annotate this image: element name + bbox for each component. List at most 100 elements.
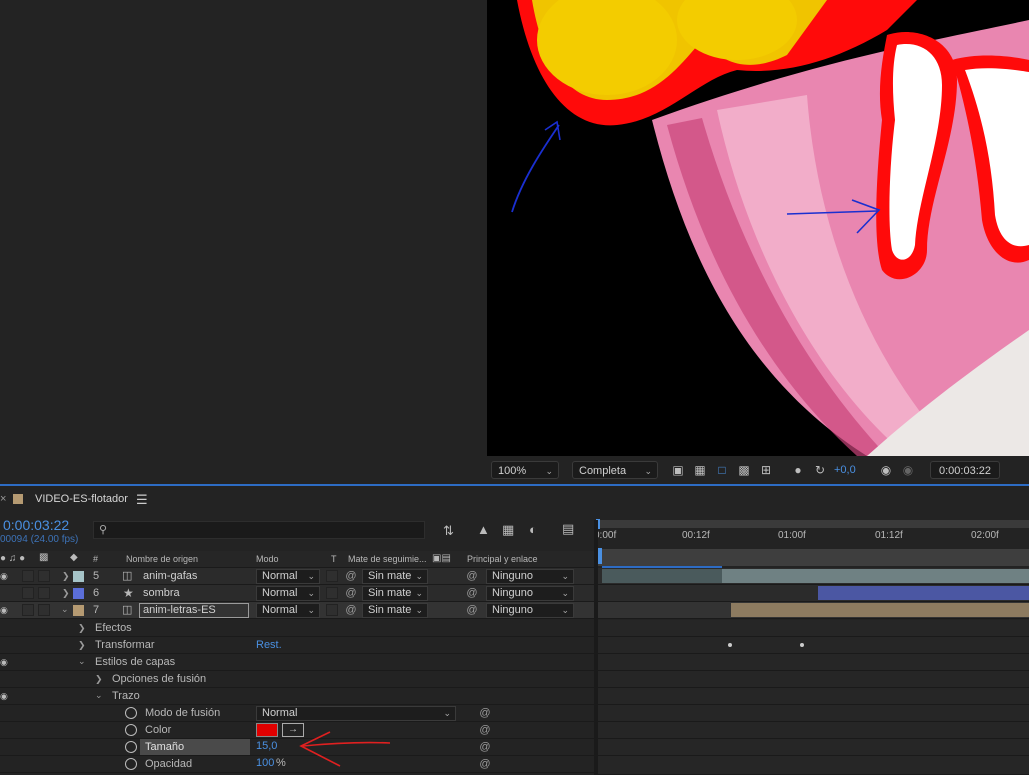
mode-dropdown[interactable]: Normal ⌄ bbox=[256, 603, 320, 618]
mode-dropdown[interactable]: Normal ⌄ bbox=[256, 586, 320, 601]
chevron-right-icon[interactable]: ❯ bbox=[62, 588, 70, 599]
snapshot-icon[interactable]: ◉ bbox=[879, 463, 893, 477]
expression-pickwhip-icon[interactable]: @ bbox=[479, 707, 491, 719]
blend-mode-dropdown[interactable]: Normal ⌄ bbox=[256, 706, 456, 721]
chevron-down-icon[interactable]: ⌄ bbox=[78, 656, 86, 667]
label-color-swatch[interactable] bbox=[73, 571, 84, 582]
property-row-stroke[interactable]: ◉ ⌄ Trazo bbox=[0, 688, 594, 705]
lock-switch[interactable] bbox=[38, 587, 50, 599]
work-area-bar[interactable] bbox=[598, 520, 1029, 528]
lock-switch[interactable] bbox=[38, 570, 50, 582]
lock-switch[interactable] bbox=[38, 604, 50, 616]
solo-switch[interactable] bbox=[22, 570, 34, 582]
track-matte-dropdown[interactable]: Sin mate ⌄ bbox=[362, 569, 428, 584]
pickwhip-icon[interactable]: @ bbox=[345, 570, 357, 582]
eye-icon[interactable]: ◉ bbox=[0, 605, 8, 615]
current-time-display[interactable]: 0:00:03:22 bbox=[3, 517, 69, 533]
shy-layers-icon[interactable]: ▲ bbox=[477, 522, 490, 537]
chevron-down-icon[interactable]: ⌄ bbox=[95, 690, 103, 701]
layer-bar[interactable] bbox=[722, 569, 1029, 583]
parent-dropdown[interactable]: Ninguno ⌄ bbox=[486, 569, 574, 584]
eye-icon[interactable]: ◉ bbox=[0, 657, 8, 667]
layer-name-edit-box[interactable]: anim-letras-ES bbox=[139, 603, 249, 618]
keyframe-marker[interactable] bbox=[728, 643, 732, 647]
parent-dropdown[interactable]: Ninguno ⌄ bbox=[486, 603, 574, 618]
track-matte-dropdown[interactable]: Sin mate ⌄ bbox=[362, 603, 428, 618]
chevron-right-icon[interactable]: ❯ bbox=[95, 674, 103, 685]
frame-blending-icon[interactable]: ▦ bbox=[502, 522, 514, 538]
parent-pickwhip-icon[interactable]: @ bbox=[466, 570, 478, 582]
expression-pickwhip-icon[interactable]: @ bbox=[479, 724, 491, 736]
property-row-blend-mode[interactable]: Modo de fusión Normal ⌄ @ bbox=[0, 705, 594, 722]
stopwatch-icon[interactable] bbox=[125, 724, 137, 736]
comp-tab-name[interactable]: VIDEO-ES-flotador bbox=[35, 493, 128, 505]
composition-viewer[interactable] bbox=[487, 0, 1029, 456]
opacity-value[interactable]: 100 bbox=[256, 757, 274, 769]
layer-row[interactable]: ❯ 6 ★ sombra Normal ⌄ @ Sin mate ⌄ @ Ningu… bbox=[0, 585, 594, 602]
layer-bar[interactable] bbox=[731, 603, 1029, 617]
fast-preview-icon[interactable]: ▣ bbox=[671, 463, 685, 477]
label-color-swatch[interactable] bbox=[73, 588, 84, 599]
exposure-value[interactable]: +0,0 bbox=[834, 464, 856, 476]
stopwatch-icon[interactable] bbox=[125, 758, 137, 770]
parent-dropdown[interactable]: Ninguno ⌄ bbox=[486, 586, 574, 601]
graph-editor-icon[interactable]: ▤ bbox=[562, 521, 574, 537]
composition-mini-flowchart-icon[interactable]: ⇅ bbox=[443, 523, 454, 539]
layer-name[interactable]: sombra bbox=[143, 587, 180, 599]
property-row-layer-styles[interactable]: ◉ ⌄ Estilos de capas bbox=[0, 654, 594, 671]
parent-pickwhip-icon[interactable]: @ bbox=[466, 587, 478, 599]
layer-name[interactable]: anim-gafas bbox=[143, 570, 197, 582]
chevron-right-icon[interactable]: ❯ bbox=[62, 571, 70, 582]
parent-pickwhip-icon[interactable]: @ bbox=[466, 604, 478, 616]
channels-icon[interactable]: ● bbox=[791, 463, 805, 477]
lock-icon[interactable]: ▩ bbox=[39, 552, 48, 563]
region-of-interest-icon[interactable]: ▩ bbox=[737, 463, 751, 477]
show-snapshot-icon[interactable]: ◉ bbox=[901, 463, 915, 477]
preserve-transparency-switch[interactable] bbox=[326, 570, 338, 582]
reset-exposure-icon[interactable]: ↻ bbox=[813, 463, 827, 477]
pickwhip-icon[interactable]: @ bbox=[345, 604, 357, 616]
guides-icon[interactable]: ⊞ bbox=[759, 463, 773, 477]
chevron-down-icon[interactable]: ⌄ bbox=[61, 604, 69, 615]
label-color-swatch[interactable] bbox=[73, 605, 84, 616]
chevron-right-icon[interactable]: ❯ bbox=[78, 640, 86, 651]
keyframe-marker[interactable] bbox=[800, 643, 804, 647]
mode-dropdown[interactable]: Normal ⌄ bbox=[256, 569, 320, 584]
layer-row-selected[interactable]: ◉ ⌄ 7 ◫ anim-letras-ES Normal ⌄ @ Sin mat… bbox=[0, 602, 594, 619]
stopwatch-icon[interactable] bbox=[125, 741, 137, 753]
pickwhip-icon[interactable]: @ bbox=[345, 587, 357, 599]
solo-switch[interactable] bbox=[22, 604, 34, 616]
resolution-dropdown[interactable]: Completa ⌄ bbox=[572, 461, 658, 479]
preserve-transparency-switch[interactable] bbox=[326, 604, 338, 616]
time-navigator[interactable] bbox=[598, 549, 1029, 566]
transparency-grid-icon[interactable]: ▦ bbox=[693, 463, 707, 477]
solo-switch[interactable] bbox=[22, 587, 34, 599]
property-row-effects[interactable]: ❯ Efectos bbox=[0, 620, 594, 637]
layer-bar-trimmed[interactable] bbox=[602, 569, 722, 583]
stopwatch-icon[interactable] bbox=[125, 707, 137, 719]
layer-bar[interactable] bbox=[818, 586, 1029, 600]
chevron-right-icon[interactable]: ❯ bbox=[78, 623, 86, 634]
preserve-transparency-switch[interactable] bbox=[326, 587, 338, 599]
transform-reset-link[interactable]: Rest. bbox=[256, 639, 282, 651]
size-value[interactable]: 15,0 bbox=[256, 740, 277, 752]
property-row-blending-options[interactable]: ❯ Opciones de fusión bbox=[0, 671, 594, 688]
hamburger-icon[interactable]: ☰ bbox=[136, 492, 148, 508]
property-row-transform[interactable]: ❯ Transformar Rest. bbox=[0, 637, 594, 654]
mask-visibility-icon[interactable]: □ bbox=[715, 463, 729, 477]
track-matte-dropdown[interactable]: Sin mate ⌄ bbox=[362, 586, 428, 601]
eye-icon[interactable]: ◉ bbox=[0, 571, 8, 581]
color-swatch[interactable] bbox=[256, 723, 278, 737]
expression-pickwhip-icon[interactable]: @ bbox=[479, 758, 491, 770]
motion-blur-icon[interactable]: ◐ bbox=[529, 522, 537, 537]
viewer-timecode[interactable]: 0:00:03:22 bbox=[930, 461, 1000, 479]
layer-row[interactable]: ◉ ❯ 5 ◫ anim-gafas Normal ⌄ @ Sin mate ⌄ @… bbox=[0, 568, 594, 585]
label-tag-icon[interactable]: ◆ bbox=[70, 552, 78, 563]
close-icon[interactable]: × bbox=[0, 493, 6, 505]
av-switches-icon[interactable]: ● ♫ ● bbox=[0, 553, 25, 564]
column-source-name[interactable]: Nombre de origen bbox=[126, 554, 198, 564]
eye-icon[interactable]: ◉ bbox=[0, 691, 8, 701]
expression-pickwhip-icon[interactable]: @ bbox=[479, 741, 491, 753]
layer-search-input[interactable]: ⚲ bbox=[93, 521, 425, 539]
zoom-dropdown[interactable]: 100% ⌄ bbox=[491, 461, 559, 479]
